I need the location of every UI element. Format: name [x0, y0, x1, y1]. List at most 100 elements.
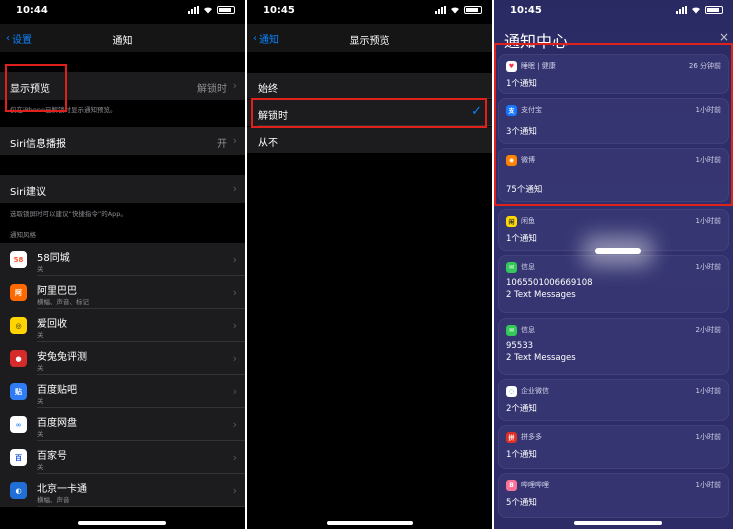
option-label: 始终 — [258, 84, 278, 95]
notification-body: 2 Text Messages — [506, 290, 576, 300]
highlight-box — [5, 64, 67, 112]
close-icon[interactable]: × — [719, 30, 729, 44]
signal-icon — [435, 6, 446, 14]
siri-announce-label: Siri信息播报 — [10, 139, 67, 150]
notification-app: 闲鱼 — [521, 217, 535, 225]
notification-card[interactable]: B 哔哩哔哩 1小时前 5个通知 — [498, 473, 729, 518]
wifi-icon — [204, 7, 212, 14]
app-row[interactable]: ◎ 爱回收关 › — [0, 309, 245, 342]
battery-icon — [705, 6, 723, 14]
option-always[interactable]: 始终 — [247, 73, 492, 99]
notification-card[interactable]: ◌ 企业微信 1小时前 2个通知 — [498, 379, 729, 421]
siri-suggest-label: Siri建议 — [10, 187, 47, 198]
app-icon: 58 — [10, 251, 27, 268]
app-icon: ✉ — [506, 262, 517, 273]
app-row[interactable]: ● 安兔兔评测关 › — [0, 342, 245, 375]
option-never[interactable]: 从不 — [247, 127, 492, 153]
app-icon: ● — [10, 350, 27, 367]
status-time: 10:45 — [510, 5, 542, 16]
highlight-box — [494, 43, 733, 206]
app-notification-style: 关 — [37, 364, 44, 372]
notification-time: 1小时前 — [695, 433, 721, 441]
siri-announce-value: 开 — [217, 139, 227, 150]
section-header: 通知风格 — [10, 231, 36, 239]
notification-app: 信息 — [521, 326, 535, 334]
app-notification-style: 关 — [37, 265, 44, 273]
notification-app: 哔哩哔哩 — [521, 481, 549, 489]
chevron-right-icon: › — [232, 134, 237, 147]
row-divider — [37, 506, 245, 507]
status-time: 10:44 — [16, 5, 48, 16]
nav-bar: ‹ 通知 显示预览 — [247, 24, 492, 52]
notification-time: 1小时前 — [695, 217, 721, 225]
chevron-right-icon: › — [232, 451, 237, 464]
status-bar: 10:44 — [0, 0, 245, 24]
page-title: 显示预览 — [349, 36, 390, 47]
notification-card[interactable]: ✉ 信息 1小时前 1065501006669108 2 Text Messages — [498, 255, 729, 313]
notifications-settings-panel: 10:44 ‹ 设置 通知 显示预览 解锁时 › 仅在iPhone已解锁时显示通知… — [0, 0, 245, 529]
app-icon: ✉ — [506, 325, 517, 336]
app-name: 爱回收 — [37, 319, 67, 330]
chevron-right-icon: › — [232, 484, 237, 497]
app-name: 百度网盘 — [37, 418, 77, 429]
show-preview-value: 解锁时 — [197, 84, 227, 95]
chevron-right-icon: › — [232, 286, 237, 299]
notification-card[interactable]: ✉ 信息 2小时前 95533 2 Text Messages — [498, 318, 729, 375]
wifi-icon — [692, 7, 700, 14]
wifi-icon — [451, 7, 459, 14]
chevron-right-icon: › — [232, 385, 237, 398]
app-name: 阿里巴巴 — [37, 286, 77, 297]
app-row[interactable]: ◐ 北京一卡通 横幅、声音 › — [0, 474, 245, 507]
chevron-right-icon: › — [232, 352, 237, 365]
app-notification-style: 横幅、声音、标记 — [37, 298, 89, 306]
chevron-right-icon: › — [232, 319, 237, 332]
status-bar: 10:45 — [247, 0, 492, 24]
app-name: 百家号 — [37, 451, 67, 462]
notification-title: 95533 — [506, 341, 534, 351]
signal-icon — [676, 6, 687, 14]
app-icon: ◌ — [506, 386, 517, 397]
highlight-box — [251, 98, 487, 128]
notification-app: 拼多多 — [521, 433, 542, 441]
battery-icon — [464, 6, 482, 14]
notification-center-panel: 10:45 通知中心 × ♥ 睡眠 | 健康 26 分钟前 1个通知支支付宝 1小时前 3… — [494, 0, 733, 529]
app-row[interactable]: 贴百度贴吧关 › — [0, 375, 245, 408]
app-notification-style: 关 — [37, 430, 44, 438]
status-bar: 10:45 — [494, 0, 733, 24]
page-title: 通知 — [112, 36, 133, 47]
app-notification-style: 关 — [37, 397, 44, 405]
home-indicator — [78, 521, 166, 525]
notification-summary: 1个通知 — [506, 450, 537, 460]
app-row[interactable]: 百百家号关 › — [0, 441, 245, 474]
notification-time: 2小时前 — [695, 326, 721, 334]
siri-note: 选取锁屏时可以建议“快捷指令”的App。 — [10, 210, 127, 218]
notification-card[interactable]: 闲闲鱼 1小时前 1个通知 — [498, 209, 729, 251]
app-row[interactable]: 阿阿里巴巴 横幅、声音、标记 › — [0, 276, 245, 309]
app-icon: B — [506, 480, 517, 491]
notification-time: 1小时前 — [695, 387, 721, 395]
app-icon: ◐ — [10, 482, 27, 499]
notification-time: 1小时前 — [695, 263, 721, 271]
notification-card[interactable]: 拼拼多多 1小时前 1个通知 — [498, 425, 729, 469]
chevron-right-icon: › — [232, 418, 237, 431]
app-row[interactable]: ∞ 百度网盘关 › — [0, 408, 245, 441]
notification-summary: 5个通知 — [506, 498, 537, 508]
app-icon: ∞ — [10, 416, 27, 433]
app-icon: ◎ — [10, 317, 27, 334]
show-preview-panel: 10:45 ‹ 通知 显示预览 始终 解锁时 ✓ 从不 — [247, 0, 492, 529]
signal-icon — [188, 6, 199, 14]
nav-bar: ‹ 设置 通知 — [0, 24, 245, 52]
app-notification-style: 横幅、声音 — [37, 496, 70, 504]
notification-body: 2 Text Messages — [506, 353, 576, 363]
app-icon: 阿 — [10, 284, 27, 301]
app-icon: 闲 — [506, 216, 517, 227]
app-name: 58同城 — [37, 253, 70, 264]
siri-announce-row[interactable]: Siri信息播报 开 › — [0, 127, 245, 155]
light-glare — [595, 248, 641, 254]
notification-summary: 2个通知 — [506, 404, 537, 414]
app-icon: 贴 — [10, 383, 27, 400]
app-row[interactable]: 58 58同城关 › — [0, 243, 245, 276]
app-name: 北京一卡通 — [37, 484, 87, 495]
siri-suggest-row[interactable]: Siri建议 › — [0, 175, 245, 203]
app-notification-style: 关 — [37, 331, 44, 339]
